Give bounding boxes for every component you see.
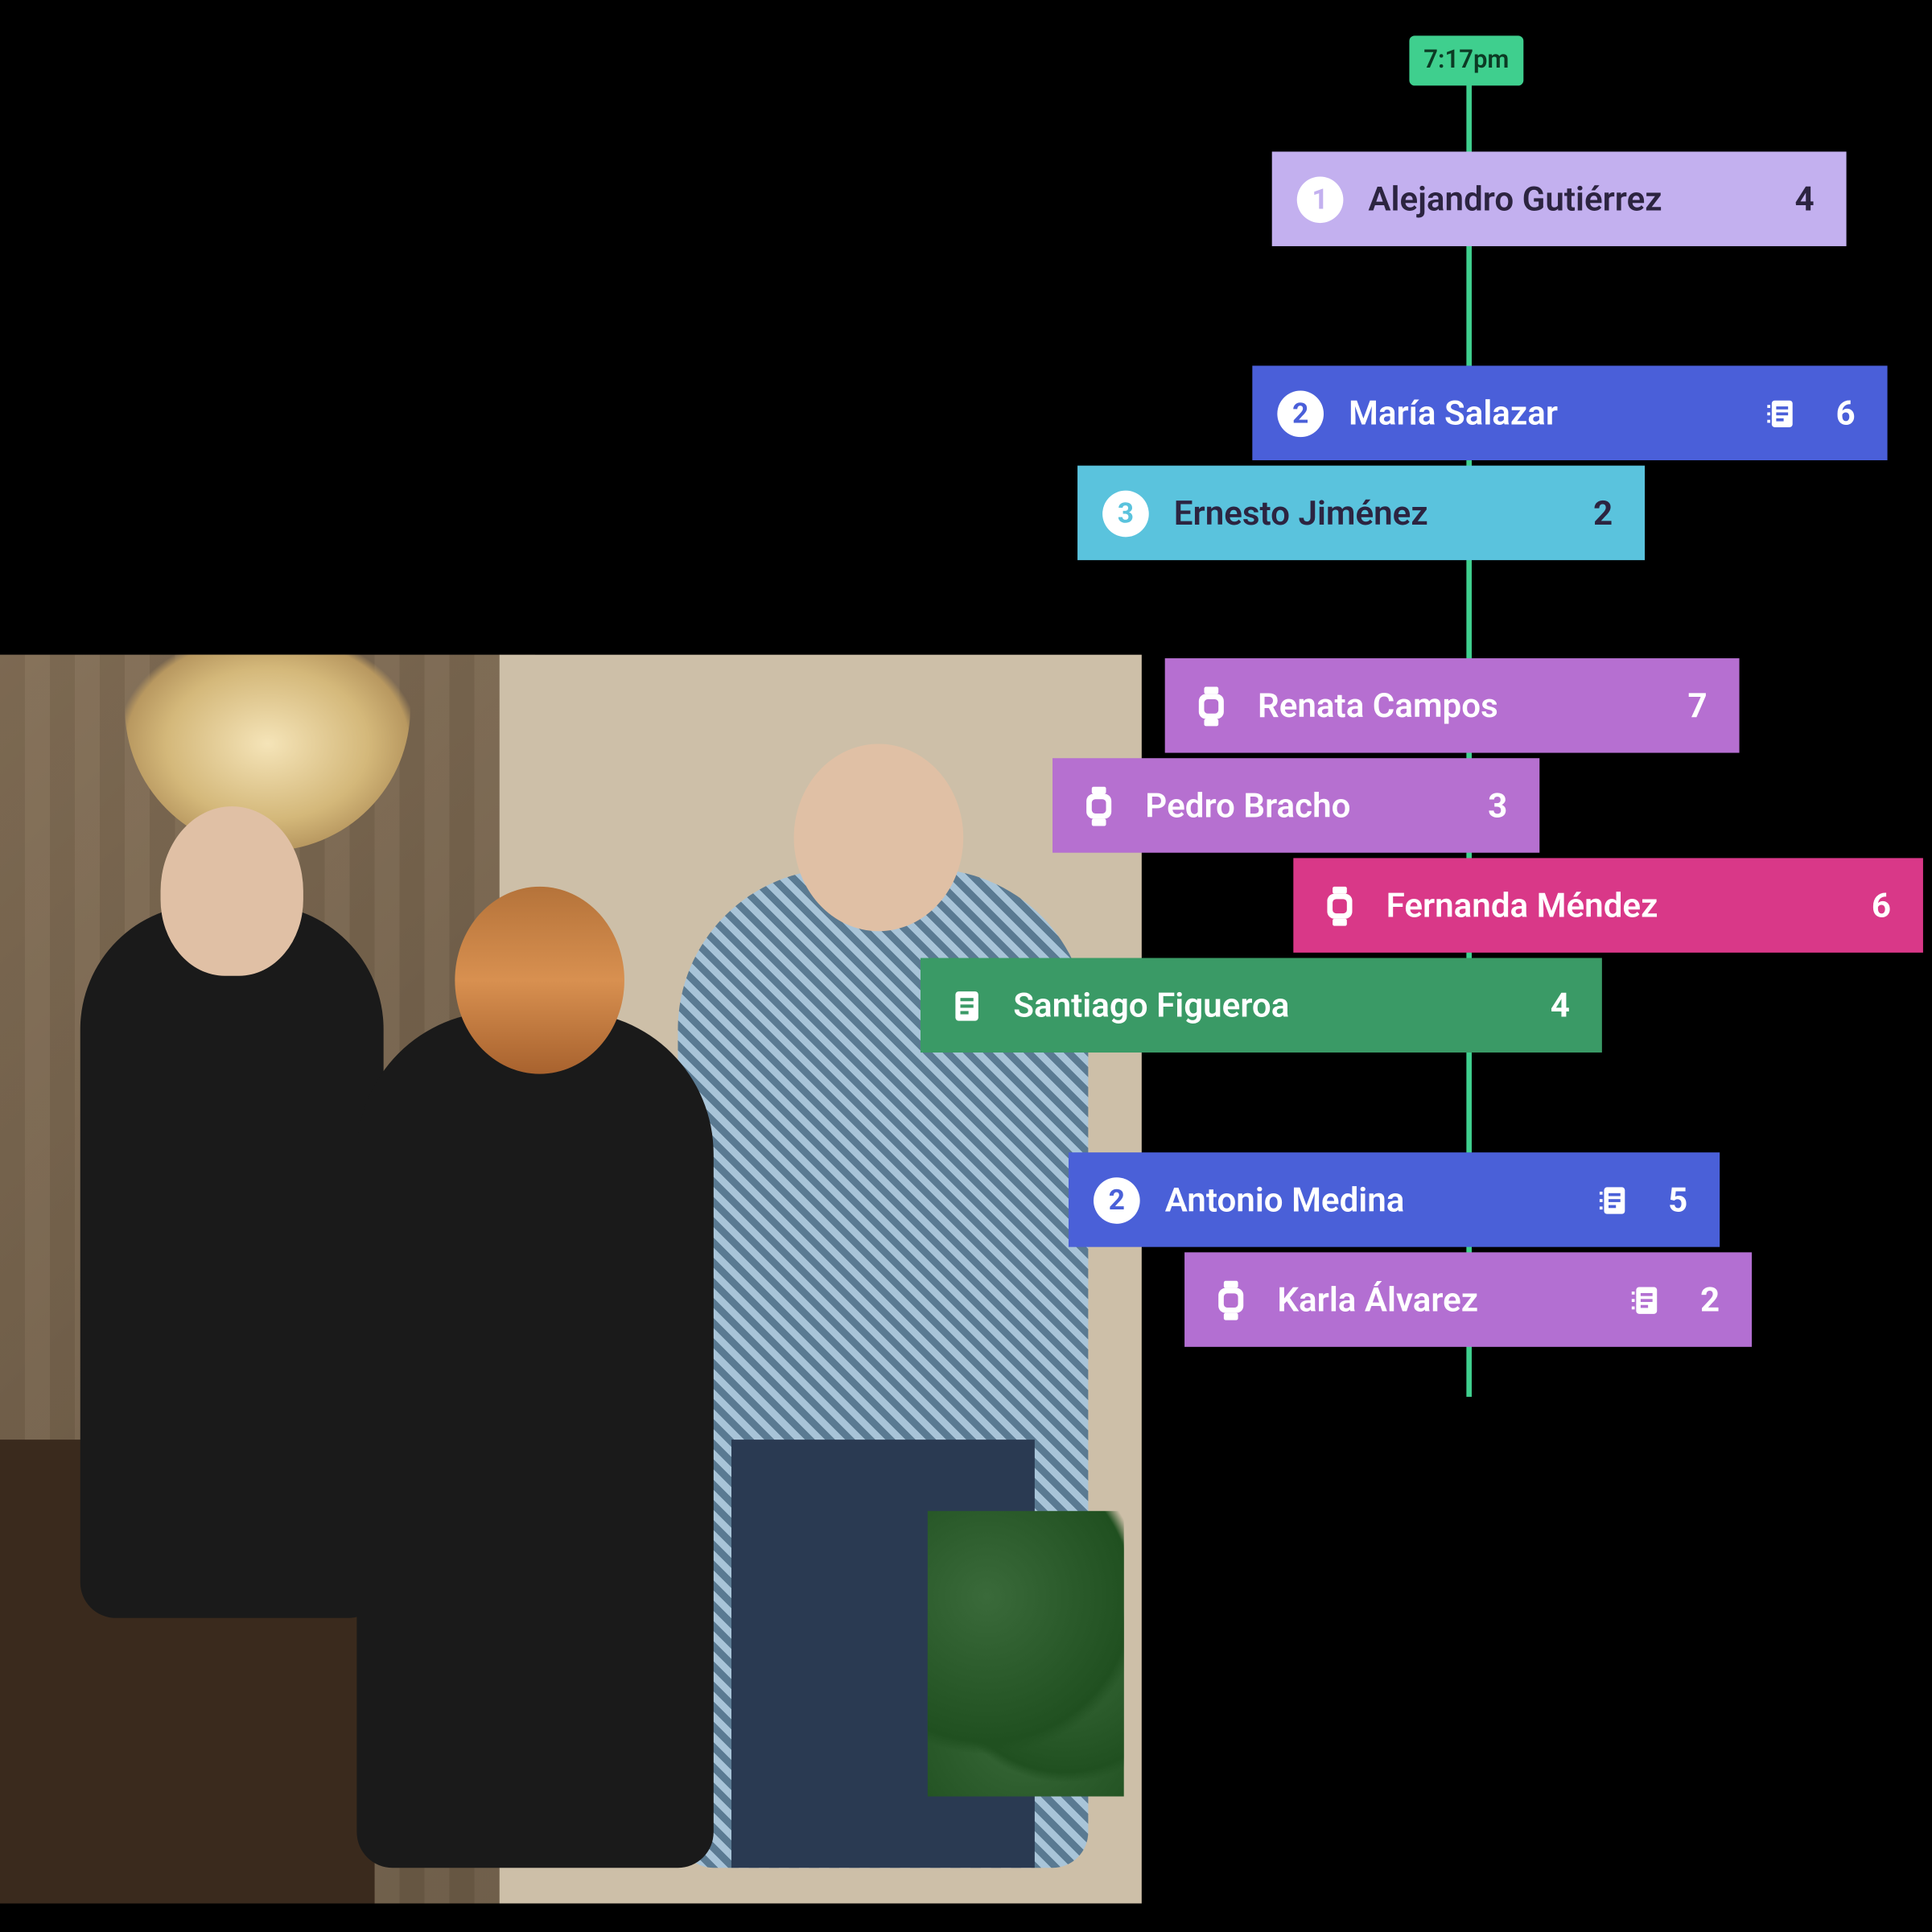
reservation-bar[interactable]: Renata Campos 7: [1165, 658, 1740, 753]
photo-plant: [928, 1511, 1124, 1797]
photo-host: [80, 904, 384, 1618]
watch-icon: [1190, 684, 1233, 727]
hero-photo: [0, 655, 1142, 1904]
guest-name: Santiago Figueroa: [1013, 985, 1516, 1026]
reservation-bar[interactable]: Santiago Figueroa 4: [921, 958, 1602, 1053]
table-number-badge: 2: [1277, 389, 1324, 436]
note-icon: [1627, 1280, 1666, 1320]
reservation-bar[interactable]: 1 Alejandro Gutiérrez 4: [1272, 151, 1847, 246]
guest-name: Karla Álvarez: [1277, 1279, 1601, 1320]
guest-name: María Salazar: [1349, 393, 1737, 434]
party-size: 5: [1659, 1179, 1687, 1220]
reservation-bar[interactable]: Fernanda Méndez 6: [1293, 858, 1923, 953]
reservation-bar[interactable]: Karla Álvarez 2: [1184, 1252, 1752, 1347]
reservation-bar[interactable]: 2 Antonio Medina 5: [1069, 1152, 1720, 1247]
party-size: 7: [1679, 685, 1707, 726]
party-size: 4: [1786, 179, 1814, 220]
table-number-badge: 3: [1102, 490, 1149, 537]
table-number-badge: 2: [1094, 1176, 1140, 1223]
party-size: 3: [1479, 785, 1507, 826]
guest-name: Alejandro Gutiérrez: [1368, 179, 1761, 220]
reservation-bar[interactable]: Pedro Bracho 3: [1053, 758, 1539, 853]
table-number: 2: [1292, 396, 1308, 430]
watch-icon: [1318, 884, 1361, 927]
table-number: 3: [1118, 496, 1134, 529]
guest-name: Fernanda Méndez: [1386, 885, 1838, 926]
note-icon: [1595, 1180, 1634, 1220]
party-size: 2: [1584, 492, 1613, 533]
guest-name: Ernesto Jiménez: [1174, 492, 1559, 533]
party-size: 6: [1863, 885, 1891, 926]
current-time-badge: 7:17pm: [1409, 35, 1523, 85]
guest-name: Antonio Medina: [1165, 1179, 1570, 1220]
watch-icon: [1077, 784, 1120, 826]
watch-icon: [1209, 1278, 1252, 1320]
guest-name: Pedro Bracho: [1145, 785, 1454, 826]
note-icon: [945, 984, 988, 1027]
party-size: 2: [1691, 1279, 1720, 1320]
party-size: 6: [1827, 393, 1855, 434]
photo-guest-1: [356, 1011, 713, 1868]
current-time-text: 7:17pm: [1423, 47, 1509, 75]
table-number: 1: [1312, 182, 1328, 216]
reservation-bar[interactable]: 2 María Salazar 6: [1252, 365, 1887, 460]
table-number: 2: [1109, 1183, 1125, 1217]
table-number-badge: 1: [1297, 175, 1344, 222]
reservation-bar[interactable]: 3 Ernesto Jiménez 2: [1077, 466, 1645, 561]
note-icon: [1762, 393, 1802, 433]
party-size: 4: [1541, 985, 1569, 1026]
guest-name: Renata Campos: [1258, 685, 1654, 726]
